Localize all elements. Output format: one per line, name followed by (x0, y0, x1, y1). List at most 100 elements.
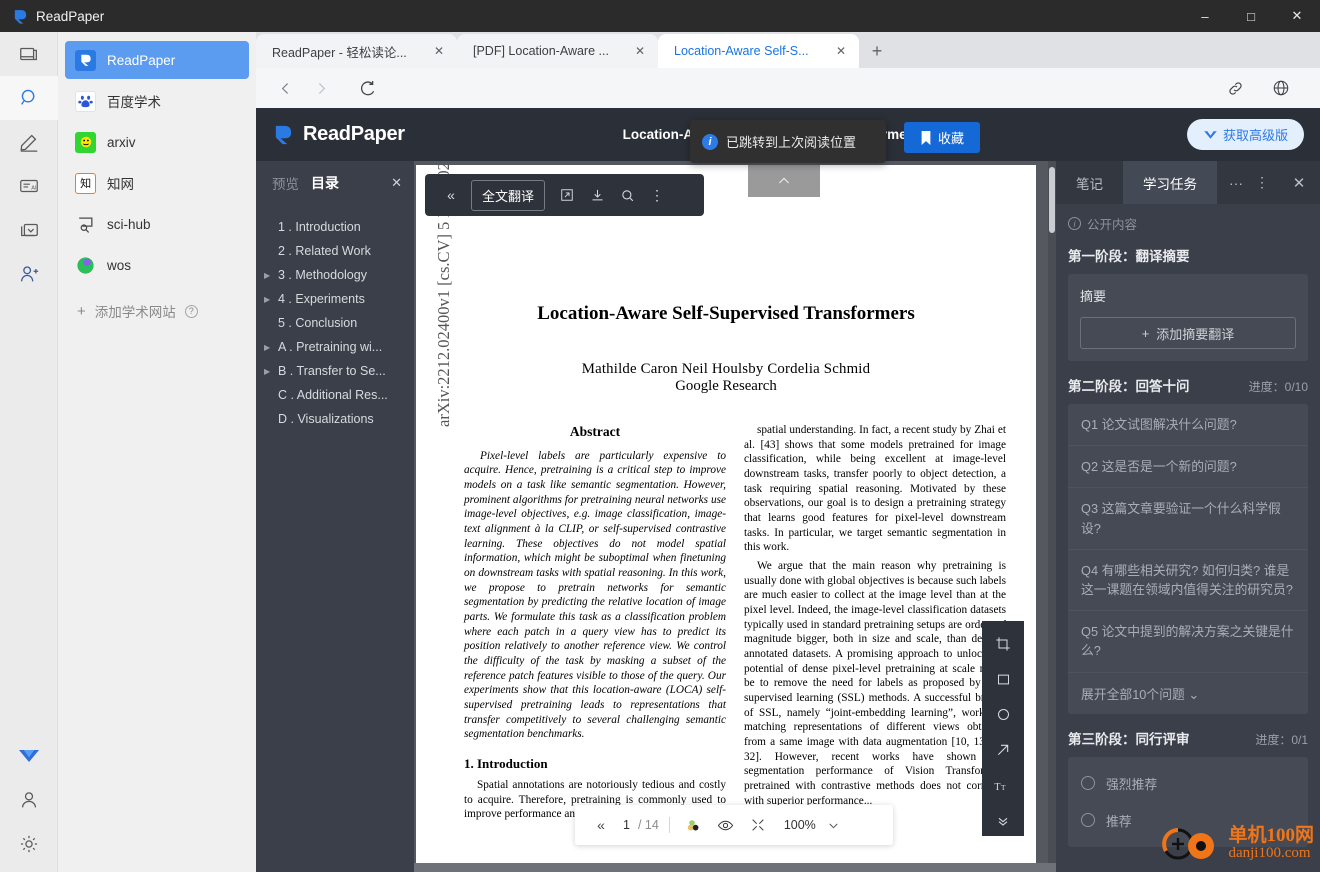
tab-study-tasks[interactable]: 学习任务 (1123, 161, 1217, 204)
expand-button[interactable] (553, 181, 581, 209)
chevron-right-icon[interactable]: ▶ (264, 364, 274, 376)
collapse-panel-button[interactable]: « (437, 181, 465, 209)
chevron-right-icon[interactable]: ▶ (264, 292, 274, 304)
zoom-level[interactable]: 100% (784, 818, 816, 832)
sidebar-item-readpaper[interactable]: ReadPaper (65, 41, 249, 79)
chevron-right-icon[interactable]: ▶ (264, 340, 274, 352)
get-premium-button[interactable]: 获取高级版 (1186, 119, 1304, 150)
rail-item-add-user[interactable] (0, 252, 58, 296)
outline-item[interactable]: ▶ 3 . Methodology (256, 263, 414, 287)
pdf-more-button[interactable]: ⋮ (643, 181, 671, 209)
crop-icon[interactable] (988, 629, 1018, 659)
close-button[interactable]: ✕ (1274, 0, 1320, 32)
list-item[interactable]: Q4 有哪些相关研究? 如何归类? 谁是这一课题在领域内值得关注的研究员? (1068, 550, 1308, 612)
rail-item-settings[interactable] (0, 822, 58, 866)
ellipse-icon[interactable] (988, 700, 1018, 730)
chevron-right-icon[interactable]: ▶ (264, 268, 274, 280)
radio-option[interactable]: 强烈推荐 (1081, 765, 1295, 802)
more-down-icon[interactable] (988, 807, 1018, 837)
eye-toggle-button[interactable] (712, 811, 740, 839)
more-horizontal-icon[interactable]: ··· (1223, 161, 1249, 204)
close-icon[interactable]: ✕ (833, 43, 849, 59)
globe-button[interactable] (1266, 73, 1296, 103)
text-icon[interactable]: T T (988, 771, 1018, 801)
forward-button[interactable] (306, 73, 336, 103)
search-in-pdf-button[interactable] (613, 181, 641, 209)
menu-vertical-icon[interactable]: ⋮ (1249, 161, 1275, 204)
outline-item[interactable]: ▶ A . Pretraining wi... (256, 335, 414, 359)
annotation-toolbar: T T (982, 621, 1024, 836)
favorite-button[interactable]: 收藏 (904, 122, 981, 153)
rail-item-library[interactable] (0, 32, 58, 76)
sidebar-item-arxiv[interactable]: arxiv (65, 123, 249, 161)
rail-item-search[interactable] (0, 76, 58, 120)
reload-button[interactable] (352, 73, 382, 103)
stage-2-header: 第二阶段：回答十问 进度：0/10 (1068, 375, 1308, 395)
readpaper-header-logo[interactable]: ReadPaper (272, 123, 405, 146)
zoom-dropdown-button[interactable] (820, 811, 848, 839)
sidebar-item-wos[interactable]: wos (65, 246, 249, 284)
sidebar-item-cnki[interactable]: 知 知网 (65, 164, 249, 202)
add-abstract-translation-button[interactable]: + 添加摘要翻译 (1080, 317, 1296, 349)
pdf-horizontal-scrollbar[interactable] (414, 863, 1056, 872)
full-translate-button[interactable]: 全文翻译 (471, 179, 546, 211)
link-button[interactable] (1220, 73, 1250, 103)
browser-tab-active[interactable]: Location-Aware Self-S... ✕ (658, 34, 859, 68)
list-item[interactable]: Q1 论文试图解决什么问题? (1068, 404, 1308, 447)
rectangle-icon[interactable] (988, 665, 1018, 695)
sidebar-item-label: ReadPaper (107, 52, 176, 68)
rail-item-ai[interactable]: AI (0, 164, 58, 208)
rail-item-account[interactable] (0, 778, 58, 822)
highlight-color-icon[interactable] (680, 811, 708, 839)
prev-page-button[interactable]: « (587, 811, 615, 839)
arrow-icon[interactable] (988, 736, 1018, 766)
tab-preview[interactable]: 预览 (272, 173, 299, 193)
svg-text:知: 知 (80, 176, 91, 190)
help-icon[interactable]: ? (184, 304, 198, 318)
maximize-button[interactable]: □ (1228, 0, 1274, 32)
rail-item-vip[interactable] (0, 734, 58, 778)
browser-tab[interactable]: [PDF] Location-Aware ... ✕ (457, 34, 658, 68)
expand-all-label: 展开全部10个问题 (1081, 686, 1185, 702)
tab-notes[interactable]: 笔记 (1056, 161, 1123, 204)
browser-tab[interactable]: ReadPaper - 轻松读论... ✕ (256, 34, 457, 68)
account-icon (21, 792, 37, 808)
outline-item[interactable]: 1 . Introduction (256, 215, 414, 239)
expand-all-questions-button[interactable]: 展开全部10个问题 ⌄ (1068, 673, 1308, 714)
close-panel-icon[interactable]: ✕ (1286, 161, 1312, 204)
download-button[interactable] (583, 181, 611, 209)
add-site-label: 添加学术网站 (94, 305, 176, 320)
back-button[interactable] (270, 73, 300, 103)
outline-item[interactable]: ▶ B . Transfer to Se... (256, 359, 414, 383)
close-icon[interactable]: ✕ (431, 43, 447, 59)
fit-screen-button[interactable] (744, 811, 772, 839)
close-icon[interactable]: ✕ (632, 43, 648, 59)
list-item[interactable]: Q5 论文中提到的解决方案之关键是什么? (1068, 611, 1308, 673)
rail-item-collection[interactable] (0, 208, 58, 252)
radio-option[interactable]: 推荐 (1081, 802, 1295, 839)
add-academic-site-button[interactable]: + 添加学术网站 ? (65, 294, 249, 328)
new-tab-button[interactable]: + (859, 34, 895, 68)
scrollbar-thumb[interactable] (1049, 167, 1055, 233)
page-current[interactable]: 1 (619, 818, 634, 832)
abstract-body: Pixel-level labels are particularly expe… (464, 449, 726, 741)
pdf-vertical-scrollbar[interactable] (1048, 161, 1056, 872)
scroll-to-top-button[interactable] (748, 165, 820, 197)
wos-icon (75, 255, 96, 276)
double-chevron-down-glyph (998, 818, 1008, 826)
tab-outline[interactable]: 目录 (311, 173, 339, 193)
list-item[interactable]: Q3 这篇文章要验证一个什么科学假设? (1068, 488, 1308, 550)
outline-item[interactable]: 5 . Conclusion (256, 311, 414, 335)
pdf-top-toolbar: « 全文翻译 ⋮ (425, 174, 704, 216)
outline-item[interactable]: 2 . Related Work (256, 239, 414, 263)
outline-item[interactable]: ▶ 4 . Experiments (256, 287, 414, 311)
outline-item[interactable]: C . Additional Res... (256, 383, 414, 407)
rail-item-annotate[interactable] (0, 120, 58, 164)
outline-item[interactable]: D . Visualizations (256, 407, 414, 431)
sidebar-item-baidu-xueshu[interactable]: 百度学术 (65, 82, 249, 120)
close-icon[interactable]: ✕ (391, 175, 402, 191)
sidebar-item-scihub[interactable]: sci-hub (65, 205, 249, 243)
list-item[interactable]: Q2 这是否是一个新的问题? (1068, 446, 1308, 489)
outline-item-label: 1 . Introduction (278, 220, 361, 234)
minimize-button[interactable]: – (1182, 0, 1228, 32)
